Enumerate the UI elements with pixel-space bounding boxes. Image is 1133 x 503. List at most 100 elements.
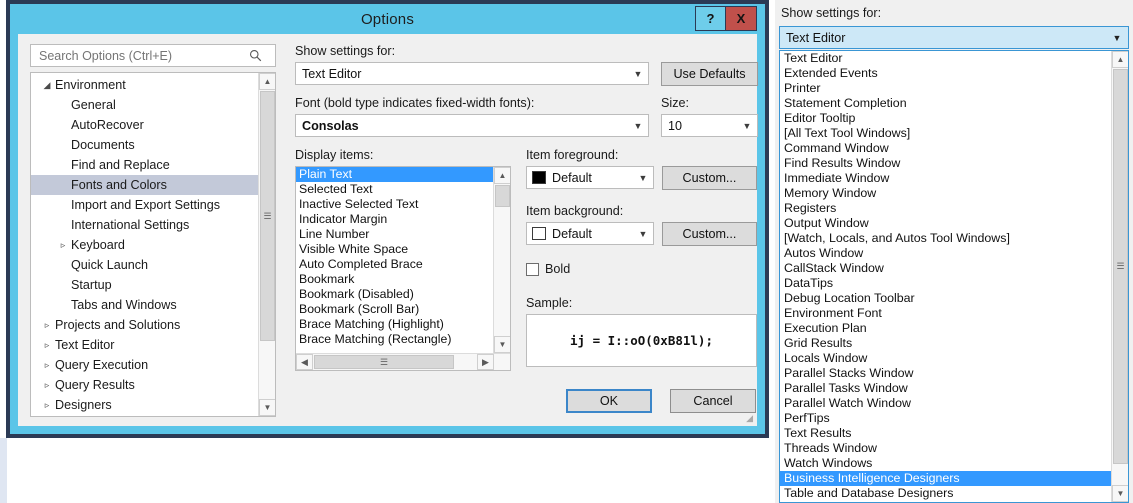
tree-scrollbar[interactable]: ▲ ☰ ▼ — [258, 73, 275, 416]
dropdown-option[interactable]: Parallel Watch Window — [780, 396, 1111, 411]
resize-grip-icon[interactable]: ◢ — [746, 413, 753, 424]
tree-item[interactable]: ▹ Projects and Solutions — [31, 315, 258, 335]
use-defaults-button[interactable]: Use Defaults — [661, 62, 758, 86]
display-item[interactable]: Auto Completed Brace — [296, 257, 493, 272]
right-scroll-down-icon[interactable]: ▼ — [1112, 485, 1128, 502]
tree-item[interactable]: AutoRecover — [31, 115, 258, 135]
tree-item[interactable]: Documents — [31, 135, 258, 155]
tree-item[interactable]: Fonts and Colors — [31, 175, 258, 195]
dropdown-option[interactable]: Find Results Window — [780, 156, 1111, 171]
tree-item[interactable]: ▹ Designers — [31, 395, 258, 415]
right-scroll-thumb[interactable]: ☰ — [1113, 69, 1128, 464]
tree-item[interactable]: Startup — [31, 275, 258, 295]
display-items-list[interactable]: Plain Text Selected Text Inactive Selected… — [295, 166, 511, 371]
display-item[interactable]: Brace Matching (Rectangle) — [296, 332, 493, 347]
display-items-hscrollbar[interactable]: ◀ ☰ ▶ — [296, 353, 510, 370]
dropdown-option[interactable]: Locals Window — [780, 351, 1111, 366]
tree-item[interactable]: General — [31, 95, 258, 115]
chevron-right-icon[interactable]: ▹ — [39, 380, 55, 391]
cancel-button[interactable]: Cancel — [670, 389, 756, 413]
tree-scroll-down-icon[interactable]: ▼ — [259, 399, 275, 416]
tree-item[interactable]: ◢ Environment — [31, 75, 258, 95]
chevron-right-icon[interactable]: ▹ — [39, 360, 55, 371]
chevron-right-icon[interactable]: ▹ — [39, 340, 55, 351]
tree-item[interactable]: ▹ Text Editor — [31, 335, 258, 355]
bold-checkbox[interactable] — [526, 262, 539, 276]
dropdown-option[interactable]: Editor Tooltip — [780, 111, 1111, 126]
dropdown-option[interactable]: Parallel Tasks Window — [780, 381, 1111, 396]
dropdown-option[interactable]: Extended Events — [780, 66, 1111, 81]
font-combo[interactable]: Consolas ▼ — [295, 114, 649, 137]
hscroll-thumb[interactable]: ☰ — [314, 355, 454, 369]
dropdown-option[interactable]: Command Window — [780, 141, 1111, 156]
display-item[interactable]: Brace Matching (Highlight) — [296, 317, 493, 332]
tree-item[interactable]: ▹ Keyboard — [31, 235, 258, 255]
display-item[interactable]: Selected Text — [296, 182, 493, 197]
hscroll-right-icon[interactable]: ▶ — [477, 354, 494, 370]
dropdown-option[interactable]: Memory Window — [780, 186, 1111, 201]
chevron-right-icon[interactable]: ▹ — [39, 400, 55, 411]
tree-scroll-thumb[interactable]: ☰ — [260, 91, 275, 341]
show-settings-combo[interactable]: Text Editor ▼ — [295, 62, 649, 85]
dropdown-option[interactable]: Threads Window — [780, 441, 1111, 456]
dropdown-option[interactable]: Immediate Window — [780, 171, 1111, 186]
close-button[interactable]: X — [726, 6, 757, 31]
dropdown-option[interactable]: Environment Font — [780, 306, 1111, 321]
dropdown-option[interactable]: [Watch, Locals, and Autos Tool Windows] — [780, 231, 1111, 246]
display-item[interactable]: Indicator Margin — [296, 212, 493, 227]
foreground-custom-button[interactable]: Custom... — [662, 166, 757, 190]
display-item[interactable]: Visible White Space — [296, 242, 493, 257]
dropdown-option[interactable]: [All Text Tool Windows] — [780, 126, 1111, 141]
dropdown-option[interactable]: PerfTips — [780, 411, 1111, 426]
tree-item[interactable]: ▹ Query Execution — [31, 355, 258, 375]
tree-item[interactable]: Tabs and Windows — [31, 295, 258, 315]
background-custom-button[interactable]: Custom... — [662, 222, 757, 246]
right-panel-combo[interactable]: Text Editor ▼ — [779, 26, 1129, 49]
dropdown-option[interactable]: Grid Results — [780, 336, 1111, 351]
right-scroll-up-icon[interactable]: ▲ — [1112, 51, 1128, 68]
display-item[interactable]: Bookmark (Scroll Bar) — [296, 302, 493, 317]
dropdown-option[interactable]: Watch Windows — [780, 456, 1111, 471]
items-scroll-thumb[interactable] — [495, 185, 510, 207]
dropdown-option[interactable]: CallStack Window — [780, 261, 1111, 276]
item-foreground-combo[interactable]: Default ▼ — [526, 166, 654, 189]
right-panel-option-list[interactable]: Text Editor Extended Events Printer Stateme… — [779, 50, 1129, 503]
display-item[interactable]: Bookmark (Disabled) — [296, 287, 493, 302]
right-panel-scrollbar[interactable]: ▲ ☰ ▼ — [1111, 51, 1128, 502]
dropdown-option[interactable]: Text Results — [780, 426, 1111, 441]
dropdown-option[interactable]: Text Editor — [780, 51, 1111, 66]
tree-item[interactable]: Find and Replace — [31, 155, 258, 175]
dropdown-option[interactable]: Debug Location Toolbar — [780, 291, 1111, 306]
display-item[interactable]: Plain Text — [296, 167, 493, 182]
items-scroll-down-icon[interactable]: ▼ — [494, 336, 510, 353]
ok-button[interactable]: OK — [566, 389, 652, 413]
dropdown-option[interactable]: Registers — [780, 201, 1111, 216]
size-combo[interactable]: 10 ▼ — [661, 114, 758, 137]
dropdown-option[interactable]: Business Intelligence Designers — [780, 471, 1111, 486]
dropdown-option[interactable]: Autos Window — [780, 246, 1111, 261]
chevron-right-icon[interactable]: ▹ — [55, 240, 71, 251]
hscroll-left-icon[interactable]: ◀ — [296, 354, 313, 370]
chevron-right-icon[interactable]: ▹ — [39, 320, 55, 331]
help-button[interactable]: ? — [695, 6, 726, 31]
chevron-down-icon[interactable]: ◢ — [39, 80, 55, 91]
display-items-scrollbar[interactable]: ▲ ▼ — [493, 167, 510, 353]
tree-item[interactable]: International Settings — [31, 215, 258, 235]
dropdown-option[interactable]: Statement Completion — [780, 96, 1111, 111]
options-tree[interactable]: ◢ Environment General AutoRecover Documents F… — [30, 72, 276, 417]
tree-item[interactable]: Import and Export Settings — [31, 195, 258, 215]
dropdown-option[interactable]: Printer — [780, 81, 1111, 96]
tree-scroll-up-icon[interactable]: ▲ — [259, 73, 275, 90]
items-scroll-up-icon[interactable]: ▲ — [494, 167, 510, 184]
dropdown-option[interactable]: Table and Database Designers — [780, 486, 1111, 501]
search-input[interactable] — [37, 47, 242, 64]
tree-item[interactable]: ▹ Query Results — [31, 375, 258, 395]
display-item[interactable]: Bookmark — [296, 272, 493, 287]
display-item[interactable]: Inactive Selected Text — [296, 197, 493, 212]
bold-checkbox-row[interactable]: Bold — [526, 262, 570, 276]
item-background-combo[interactable]: Default ▼ — [526, 222, 654, 245]
display-item[interactable]: Line Number — [296, 227, 493, 242]
dropdown-option[interactable]: DataTips — [780, 276, 1111, 291]
search-options-box[interactable] — [30, 44, 276, 67]
dropdown-option[interactable]: Parallel Stacks Window — [780, 366, 1111, 381]
